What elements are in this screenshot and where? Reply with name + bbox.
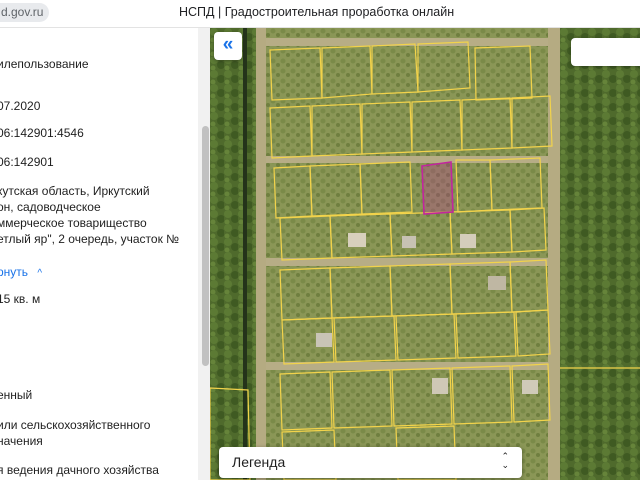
property-permitted-use: я ведения дачного хозяйства bbox=[0, 463, 159, 477]
garden-settlement-area bbox=[256, 28, 556, 480]
building bbox=[460, 234, 476, 248]
collapse-link-text[interactable]: рнуть bbox=[0, 265, 28, 279]
legend-label: Легенда bbox=[232, 454, 286, 470]
building bbox=[522, 380, 538, 394]
building bbox=[432, 378, 448, 394]
property-category-line-2: начения bbox=[0, 434, 43, 448]
property-date: 07.2020 bbox=[0, 99, 41, 113]
building bbox=[348, 233, 366, 247]
chevron-down-icon: ⌄ bbox=[501, 460, 509, 470]
chevron-up-icon[interactable]: ^ bbox=[37, 268, 42, 279]
page-title: НСПД | Градостроительная проработка онла… bbox=[179, 5, 455, 19]
property-land-use: илепользование bbox=[0, 57, 89, 71]
property-address-line-2: он, садоводческое bbox=[0, 200, 101, 214]
map-view[interactable] bbox=[210, 28, 640, 480]
property-info-panel: илепользование 07.2020 06:142901:4546 06… bbox=[0, 28, 210, 480]
property-area: 15 кв. м bbox=[0, 292, 41, 306]
satellite-map[interactable] bbox=[210, 28, 640, 480]
selected-parcel[interactable] bbox=[421, 161, 454, 215]
browser-top-bar: d.gov.ru НСПД | Градостроительная прораб… bbox=[0, 0, 640, 28]
sidebar-scrollbar-thumb[interactable] bbox=[202, 126, 209, 366]
collapse-address-link[interactable]: рнуть ^ bbox=[0, 264, 42, 282]
property-category-line-1: или сельскохозяйственного bbox=[0, 418, 151, 432]
property-address-line-3: ммерческое товарищество bbox=[0, 216, 147, 230]
property-cadastral-number: 06:142901:4546 bbox=[0, 126, 84, 140]
property-status: енный bbox=[0, 388, 33, 402]
map-search-box[interactable] bbox=[571, 38, 640, 66]
building bbox=[488, 276, 506, 290]
property-address-line-1: кутская область, Иркутский bbox=[0, 184, 150, 198]
creek bbox=[243, 28, 247, 480]
legend-dropdown[interactable]: Легенда ⌃ ⌄ bbox=[219, 447, 522, 478]
property-cadastral-quarter: 06:142901 bbox=[0, 155, 54, 169]
url-bar[interactable]: d.gov.ru bbox=[0, 3, 50, 22]
property-address-line-4: етлый яр", 2 очередь, участок № bbox=[0, 232, 180, 246]
building bbox=[402, 236, 416, 248]
legend-toggle-icon[interactable]: ⌃ ⌄ bbox=[501, 452, 509, 470]
building bbox=[316, 333, 332, 347]
road bbox=[256, 28, 266, 480]
collapse-panel-button[interactable]: « bbox=[214, 32, 242, 60]
